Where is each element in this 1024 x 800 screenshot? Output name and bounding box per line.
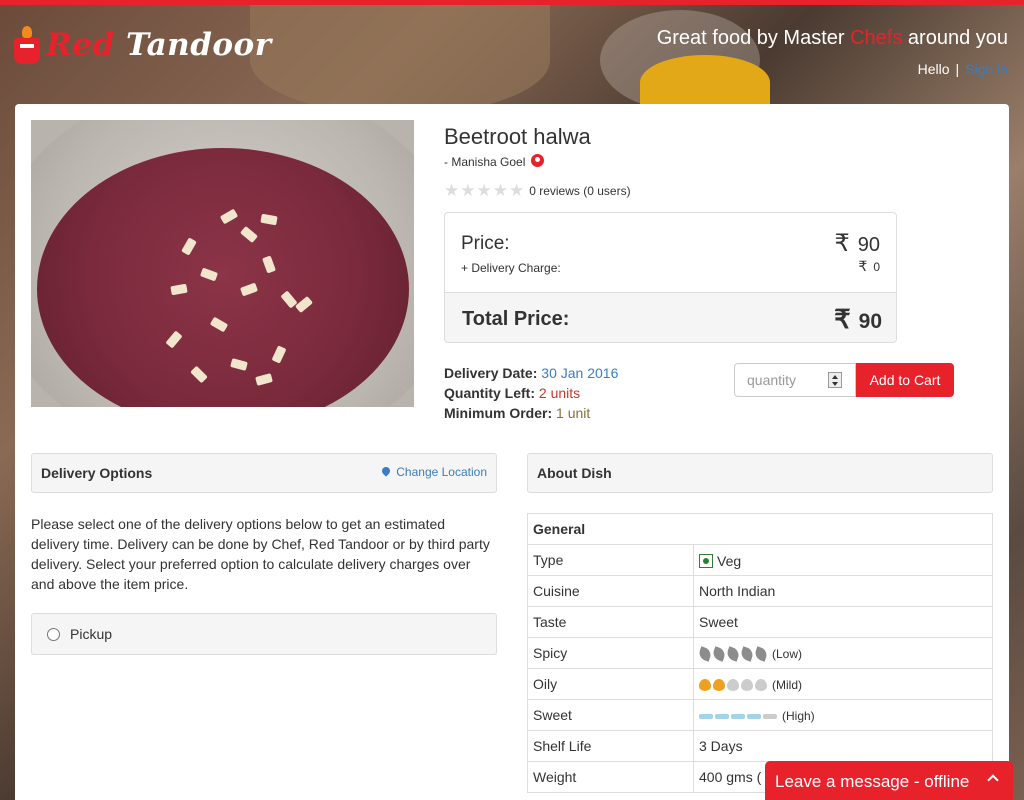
chat-widget-button[interactable]: Leave a message - offline [765, 761, 1013, 800]
quantity-left: Quantity Left: 2 units [444, 385, 581, 401]
user-greeting: Hello | Sign in [917, 61, 1008, 77]
table-row: Taste Sweet [527, 606, 993, 638]
price-value: ₹90 [834, 230, 880, 257]
table-row: Sweet (High) [527, 699, 993, 731]
pickup-option[interactable]: Pickup [31, 613, 497, 655]
rupee-icon: ₹ [834, 304, 851, 334]
dish-title: Beetroot halwa [444, 124, 591, 149]
candy-icon [699, 707, 779, 723]
hello-text: Hello [917, 61, 950, 77]
logo[interactable]: Red Tandoor [14, 26, 272, 64]
chevron-up-icon [987, 774, 999, 786]
delivery-date: Delivery Date: 30 Jan 2016 [444, 365, 619, 381]
table-row: Shelf Life 3 Days [527, 730, 993, 762]
minimum-order: Minimum Order: 1 unit [444, 405, 591, 421]
table-row: Cuisine North Indian [527, 575, 993, 607]
delivery-description: Please select one of the delivery option… [31, 516, 490, 592]
quantity-spinner-icon[interactable] [828, 372, 842, 388]
about-dish-header: About Dish [527, 453, 993, 493]
rating: ★★★★★ 0 reviews (0 users) [444, 182, 631, 199]
signin-link[interactable]: Sign in [965, 61, 1008, 77]
change-location-link[interactable]: Change Location [380, 465, 487, 479]
about-dish-title: About Dish [537, 465, 612, 481]
star-rating-icon[interactable]: ★★★★★ [444, 182, 525, 199]
table-row: Spicy (Low) [527, 637, 993, 669]
delivery-options-header: Delivery Options Change Location [31, 453, 497, 493]
main-panel: Beetroot halwa - Manisha Goel ★★★★★ 0 re… [15, 104, 1009, 800]
oil-drop-icon [699, 676, 769, 692]
general-heading: General [527, 513, 993, 545]
delivery-charge-value: ₹0 [858, 258, 880, 274]
delivery-options-title: Delivery Options [41, 465, 153, 481]
add-to-cart-button[interactable]: Add to Cart [856, 363, 954, 397]
total-price-label: Total Price: [462, 308, 570, 330]
chef-name[interactable]: - Manisha Goel [444, 153, 545, 169]
pickup-radio[interactable] [47, 627, 60, 641]
background-curry [640, 55, 770, 110]
map-pin-icon [380, 465, 392, 477]
table-row: Type Veg [527, 544, 993, 576]
dish-attributes-table: General Type Veg Cuisine North Indian Ta… [527, 513, 993, 793]
rupee-icon: ₹ [858, 258, 868, 274]
background-bowl [250, 5, 550, 115]
dish-image [31, 120, 414, 407]
tagline: Great food by Master Chefs around you [656, 27, 1008, 49]
price-label: Price: [461, 233, 510, 254]
delivery-charge-label: + Delivery Charge: [461, 261, 561, 275]
logo-text: Red Tandoor [46, 27, 272, 63]
chili-icon [697, 645, 769, 662]
tandoor-logo-icon [14, 26, 40, 64]
chef-profile-icon[interactable] [531, 153, 545, 167]
pickup-label: Pickup [70, 626, 113, 642]
price-box: Price: ₹90 + Delivery Charge: ₹0 Total P… [444, 212, 897, 343]
total-price-value: ₹90 [834, 304, 882, 334]
table-row: Oily (Mild) [527, 668, 993, 700]
reviews-count: 0 reviews (0 users) [529, 183, 631, 198]
rupee-icon: ₹ [834, 230, 850, 257]
veg-icon [699, 553, 713, 568]
total-price-row: Total Price: ₹90 [445, 292, 896, 342]
